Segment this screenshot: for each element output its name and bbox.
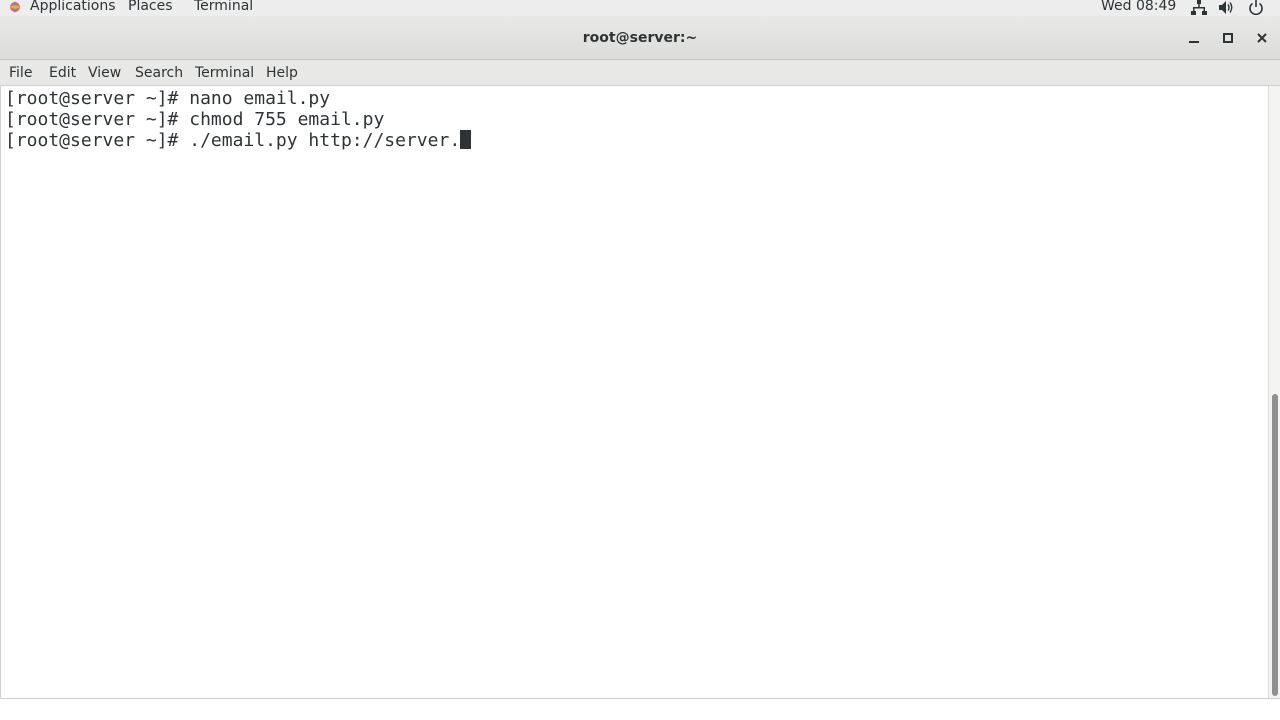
terminal-area[interactable]: [root@server ~]# nano email.py [root@ser… xyxy=(0,86,1268,698)
menu-terminal[interactable]: Terminal xyxy=(195,64,254,82)
menubar: File Edit View Search Terminal Help xyxy=(0,60,1280,86)
terminal-line-current[interactable]: [root@server ~]# ./email.py http://serve… xyxy=(5,130,472,151)
window-titlebar[interactable]: root@server:~ xyxy=(0,16,1280,60)
maximize-icon[interactable] xyxy=(1220,30,1236,46)
top-panel: Applications Places Terminal Wed 08:49 xyxy=(0,0,1280,16)
power-icon[interactable] xyxy=(1248,0,1264,16)
places-menu[interactable]: Places xyxy=(128,0,173,14)
window-title: root@server:~ xyxy=(582,30,698,46)
menu-edit[interactable]: Edit xyxy=(49,64,76,82)
text-cursor xyxy=(460,130,472,149)
window-bottom-edge xyxy=(0,698,1280,720)
menu-search[interactable]: Search xyxy=(135,64,183,82)
terminal-current-command: [root@server ~]# ./email.py http://serve… xyxy=(5,130,461,151)
minimize-icon[interactable] xyxy=(1186,30,1202,46)
terminal-line: [root@server ~]# nano email.py xyxy=(5,88,331,109)
scrollbar-thumb[interactable] xyxy=(1272,394,1278,696)
network-icon[interactable] xyxy=(1191,0,1207,15)
close-icon[interactable] xyxy=(1254,30,1270,46)
menu-file[interactable]: File xyxy=(9,64,32,82)
menu-view[interactable]: View xyxy=(88,64,121,82)
applications-menu[interactable]: Applications xyxy=(30,0,116,14)
terminal-app-menu[interactable]: Terminal xyxy=(194,0,253,14)
scrollbar[interactable] xyxy=(1268,86,1280,698)
clock[interactable]: Wed 08:49 xyxy=(1101,0,1176,14)
volume-icon[interactable] xyxy=(1219,0,1235,15)
terminal-line: [root@server ~]# chmod 755 email.py xyxy=(5,109,385,130)
menu-help[interactable]: Help xyxy=(266,64,298,82)
applications-logo-icon[interactable] xyxy=(7,0,23,14)
